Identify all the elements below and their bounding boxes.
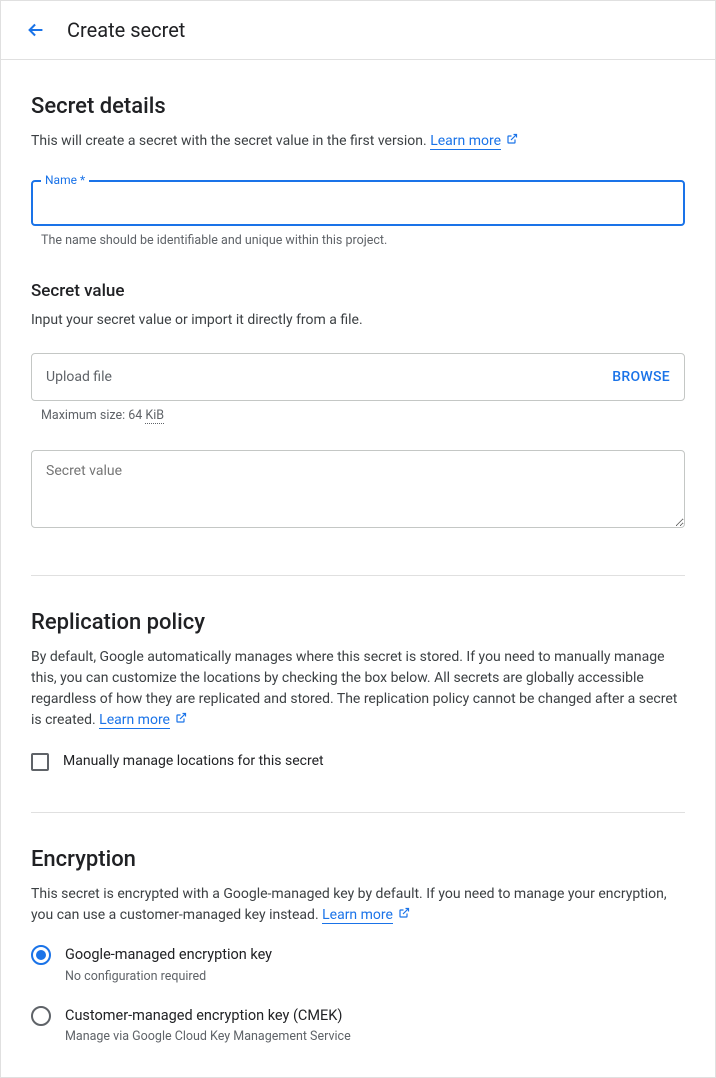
- browse-button[interactable]: BROWSE: [612, 367, 670, 388]
- encryption-learn-more-link[interactable]: Learn more: [322, 907, 393, 924]
- external-link-icon: [172, 713, 187, 727]
- secret-details-description: This will create a secret with the secre…: [31, 131, 685, 152]
- upload-file-label: Upload file: [46, 367, 112, 388]
- arrow-back-icon: [25, 19, 47, 41]
- secret-value-description: Input your secret value or import it dir…: [31, 310, 685, 331]
- google-key-label: Google-managed encryption key: [65, 944, 272, 966]
- upload-file-field[interactable]: Upload file BROWSE: [31, 353, 685, 401]
- replication-heading: Replication policy: [31, 606, 685, 639]
- google-key-sublabel: No configuration required: [65, 968, 272, 987]
- encryption-description: This secret is encrypted with a Google-m…: [31, 884, 685, 926]
- cmek-radio[interactable]: [31, 1006, 51, 1026]
- encryption-heading: Encryption: [31, 843, 685, 876]
- divider: [31, 812, 685, 813]
- upload-helper: Maximum size: 64 KiB: [31, 407, 685, 426]
- back-button[interactable]: [25, 19, 67, 41]
- manual-locations-checkbox[interactable]: [31, 753, 49, 771]
- secret-details-learn-more-link[interactable]: Learn more: [430, 133, 501, 150]
- cmek-sublabel: Manage via Google Cloud Key Management S…: [65, 1028, 351, 1047]
- manual-locations-label: Manually manage locations for this secre…: [63, 751, 324, 772]
- secret-details-heading: Secret details: [31, 90, 685, 123]
- external-link-icon: [503, 134, 518, 148]
- page-title: Create secret: [67, 15, 185, 45]
- name-input-helper: The name should be identifiable and uniq…: [31, 232, 685, 251]
- replication-learn-more-link[interactable]: Learn more: [99, 712, 170, 729]
- cmek-label: Customer-managed encryption key (CMEK): [65, 1005, 351, 1027]
- secret-value-textarea[interactable]: [31, 450, 685, 528]
- encryption-option-cmek[interactable]: Customer-managed encryption key (CMEK) M…: [31, 1005, 685, 1048]
- secret-value-heading: Secret value: [31, 279, 685, 305]
- page-header: Create secret: [1, 1, 715, 60]
- manual-locations-row: Manually manage locations for this secre…: [31, 751, 685, 772]
- divider: [31, 575, 685, 576]
- name-field: Name *: [31, 180, 685, 226]
- encryption-option-google[interactable]: Google-managed encryption key No configu…: [31, 944, 685, 987]
- google-key-radio[interactable]: [31, 945, 51, 965]
- external-link-icon: [395, 908, 410, 922]
- name-input-label: Name *: [41, 171, 89, 189]
- name-input[interactable]: [31, 180, 685, 226]
- replication-description: By default, Google automatically manages…: [31, 647, 685, 731]
